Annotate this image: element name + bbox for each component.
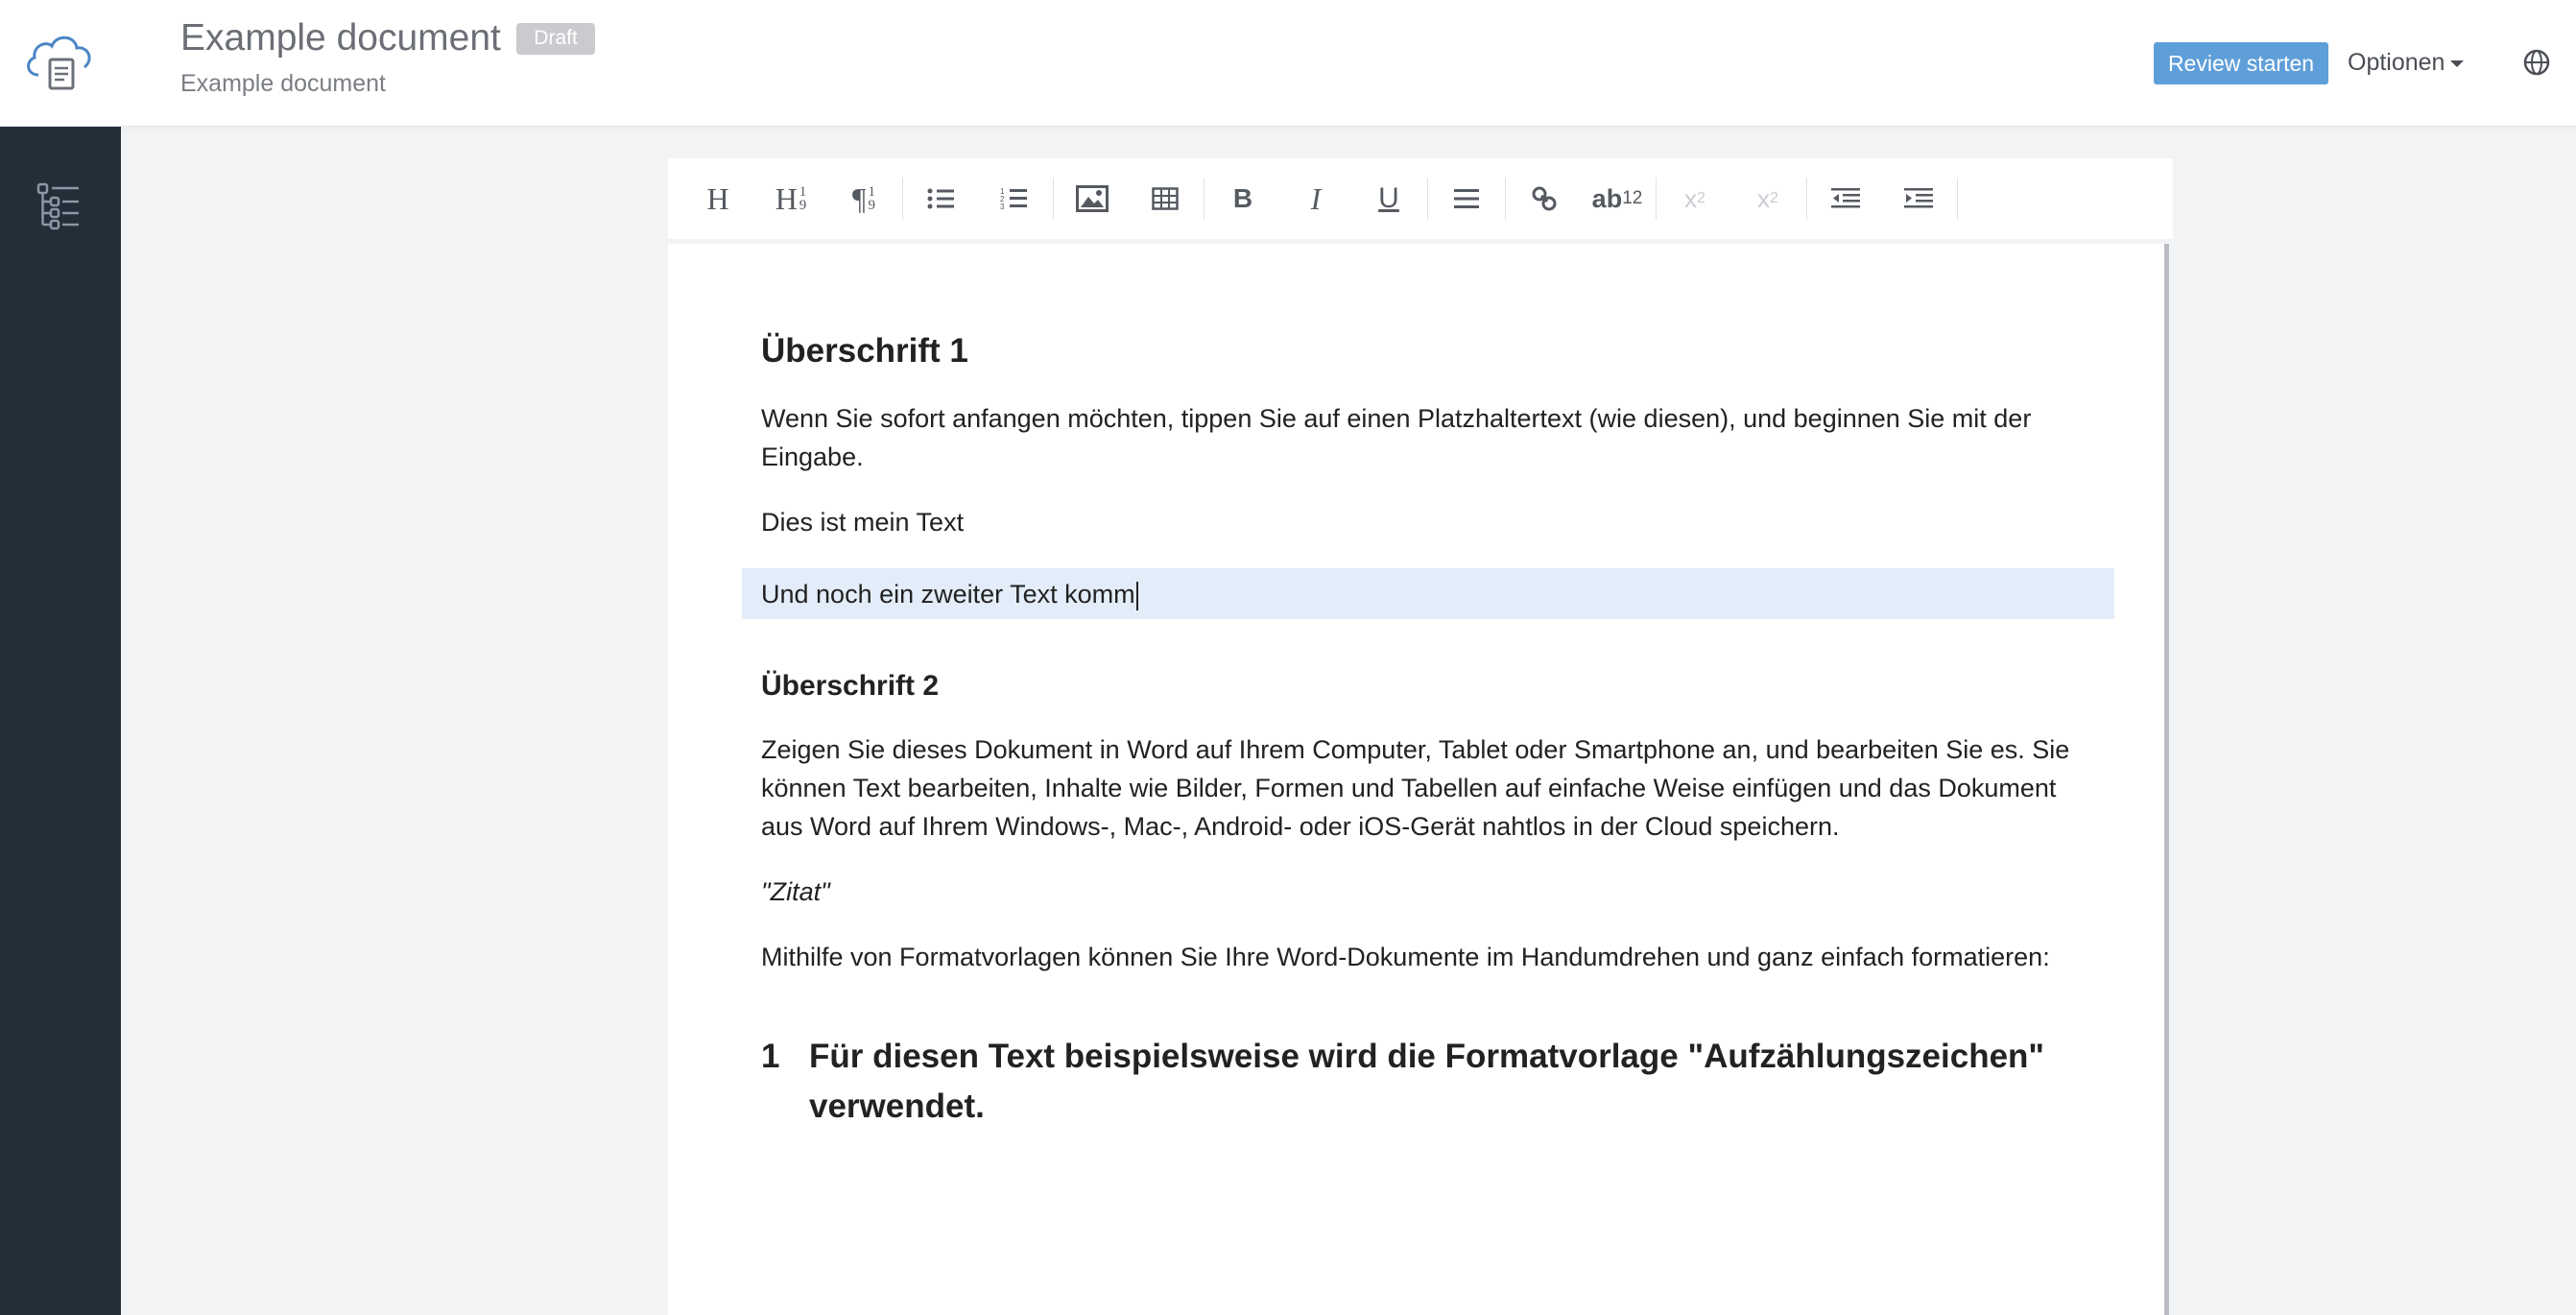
heading-2[interactable]: Überschrift 2 bbox=[761, 667, 2095, 705]
document-subtitle: Example document bbox=[180, 70, 387, 97]
numbered-heading-label: H bbox=[775, 180, 798, 216]
list-number: 1 bbox=[761, 1038, 780, 1075]
numbered-paragraph-label: ¶ bbox=[852, 180, 867, 216]
outline-tree-icon[interactable] bbox=[36, 182, 83, 232]
bullet-list-icon[interactable] bbox=[905, 170, 978, 227]
toolbar-divider bbox=[1053, 178, 1054, 220]
numbered-paragraph-icon[interactable]: ¶ 1 9 bbox=[827, 170, 900, 227]
heading-1[interactable]: Überschrift 1 bbox=[761, 330, 2095, 372]
numbered-heading-icon[interactable]: H19 bbox=[754, 170, 827, 227]
active-paragraph[interactable]: Und noch ein zweiter Text komm bbox=[742, 568, 2114, 619]
toolbar-divider bbox=[1204, 178, 1205, 220]
toolbar-divider bbox=[1957, 178, 1958, 220]
italic-icon[interactable]: I bbox=[1279, 170, 1352, 227]
align-icon[interactable] bbox=[1430, 170, 1503, 227]
footnote-sup: 12 bbox=[1622, 188, 1643, 208]
italic-label: I bbox=[1310, 180, 1322, 216]
paragraph[interactable]: Mithilfe von Formatvorlagen können Sie I… bbox=[761, 938, 2095, 976]
cloud-document-icon[interactable] bbox=[21, 25, 98, 96]
numbered-list-icon[interactable]: 123 bbox=[978, 170, 1051, 227]
toolbar-divider bbox=[1656, 178, 1657, 220]
numbered-paragraph-sub: 9 bbox=[868, 198, 876, 213]
text-cursor bbox=[1135, 581, 1138, 610]
underline-label: U bbox=[1378, 182, 1399, 214]
globe-icon[interactable] bbox=[2522, 48, 2551, 77]
bold-icon[interactable]: B bbox=[1206, 170, 1279, 227]
caret-down-icon bbox=[2450, 60, 2465, 67]
numbered-heading-sub: 9 bbox=[799, 198, 807, 213]
toolbar-divider bbox=[1505, 178, 1506, 220]
subscript-label: x bbox=[1757, 183, 1771, 213]
document-title[interactable]: Example document bbox=[180, 17, 501, 60]
bold-label: B bbox=[1232, 183, 1253, 213]
options-menu-label: Optionen bbox=[2348, 49, 2445, 76]
link-icon[interactable] bbox=[1508, 170, 1581, 227]
superscript-sup: 2 bbox=[1697, 190, 1705, 206]
title-area: Example document Draft bbox=[180, 17, 595, 60]
toolbar-divider bbox=[1806, 178, 1807, 220]
footnote-label: ab bbox=[1591, 183, 1623, 213]
paragraph[interactable]: Wenn Sie sofort anfangen möchten, tippen… bbox=[761, 399, 2095, 476]
outdent-icon[interactable] bbox=[1809, 170, 1882, 227]
toolbar-divider bbox=[902, 178, 903, 220]
paragraph[interactable]: Zeigen Sie dieses Dokument in Word auf I… bbox=[761, 730, 2095, 846]
image-icon[interactable] bbox=[1056, 170, 1129, 227]
editor-toolbar: H H19 ¶ 1 9 123 B I U ab 12 x2 x2 bbox=[668, 158, 2173, 239]
underline-icon[interactable]: U bbox=[1352, 170, 1425, 227]
footnote-icon[interactable]: ab 12 bbox=[1581, 170, 1654, 227]
heading-label: H bbox=[706, 180, 729, 216]
svg-text:3: 3 bbox=[1000, 203, 1005, 211]
options-menu[interactable]: Optionen bbox=[2348, 49, 2465, 77]
superscript-label: x bbox=[1684, 183, 1698, 213]
paragraph[interactable]: Dies ist mein Text bbox=[761, 503, 2095, 541]
app-header: Example document Draft Example document … bbox=[0, 0, 2576, 127]
list-item-text: Für diesen Text beispielsweise wird die … bbox=[809, 1038, 2045, 1125]
numbered-list-item[interactable]: 1 Für diesen Text beispielsweise wird di… bbox=[761, 1032, 2095, 1132]
document-content[interactable]: Überschrift 1 Wenn Sie sofort anfangen m… bbox=[742, 330, 2114, 1132]
numbered-paragraph-sup: 1 bbox=[868, 184, 876, 200]
subscript-sub: 2 bbox=[1770, 190, 1778, 206]
heading-icon[interactable]: H bbox=[681, 170, 754, 227]
table-icon[interactable] bbox=[1129, 170, 1202, 227]
review-start-button[interactable]: Review starten bbox=[2154, 42, 2328, 84]
superscript-icon[interactable]: x2 bbox=[1658, 170, 1731, 227]
document-page[interactable]: Überschrift 1 Wenn Sie sofort anfangen m… bbox=[668, 244, 2169, 1315]
indent-icon[interactable] bbox=[1882, 170, 1955, 227]
active-paragraph-text: Und noch ein zweiter Text komm bbox=[761, 580, 1135, 609]
toolbar-divider bbox=[1427, 178, 1428, 220]
numbered-heading-sup: 1 bbox=[799, 184, 807, 200]
quote-paragraph[interactable]: "Zitat" bbox=[761, 873, 2095, 911]
subscript-icon[interactable]: x2 bbox=[1731, 170, 1804, 227]
status-badge: Draft bbox=[516, 22, 595, 55]
sidebar bbox=[0, 127, 121, 1315]
